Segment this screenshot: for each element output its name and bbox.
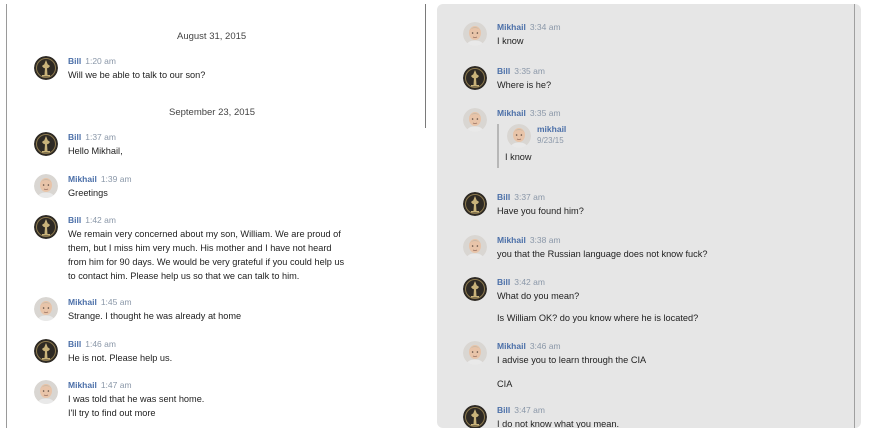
message-text: Is William OK? do you know where he is l…: [497, 313, 699, 323]
message-time: 3:38 am: [529, 235, 561, 245]
sender-name: Bill: [68, 132, 82, 142]
message-text: you that the Russian language does not k…: [497, 249, 708, 259]
sender-name: Mikhail: [497, 235, 526, 245]
mikhail-avatar-icon: [463, 341, 487, 365]
message-text: I do not know what you mean.: [497, 419, 620, 428]
message-text: them, but I miss him very much. His moth…: [68, 243, 332, 253]
message-text: Greetings: [68, 188, 108, 198]
message-text: He is not. Please help us.: [68, 353, 173, 363]
message-text: I'll try to find out more: [68, 408, 156, 418]
message-time: 1:47 am: [100, 380, 132, 390]
date-separator: August 31, 2015: [177, 31, 247, 42]
bill-avatar-icon: [463, 405, 487, 428]
message-time: 3:37 am: [514, 192, 545, 202]
message-time: 3:47 am: [514, 405, 545, 415]
message-time: 1:46 am: [85, 339, 116, 349]
mikhail-avatar-icon: [463, 22, 487, 46]
mikhail-avatar-icon: [463, 235, 487, 259]
message-time: 3:35 am: [529, 108, 561, 118]
message-time: 3:35 am: [514, 66, 545, 76]
message-text: We remain very concerned about my son, W…: [68, 229, 341, 239]
message-time: 3:46 am: [529, 341, 561, 351]
message-text: Where is he?: [497, 80, 552, 90]
scan-edge-line: [425, 4, 426, 128]
mikhail-avatar-icon: [463, 108, 487, 132]
sender-name: Bill: [497, 192, 511, 202]
quoted-text: I know: [505, 152, 532, 162]
message-time: 3:34 am: [529, 22, 561, 32]
left-chat-panel: August 31, 2015 Bill 1:20 am Will we be a…: [6, 4, 411, 428]
sender-name: Bill: [497, 66, 511, 76]
sender-name: Bill: [68, 339, 82, 349]
message-text: from him for 90 days. We would be very g…: [68, 257, 345, 267]
sender-name: Bill: [68, 56, 82, 66]
bill-avatar-icon: [463, 192, 487, 216]
message-text: I was told that he was sent home.: [68, 394, 205, 404]
quoted-message: mikhail 9/23/15 I know: [497, 124, 645, 168]
sender-name: Mikhail: [68, 380, 97, 390]
sender-name: Mikhail: [68, 174, 97, 184]
mikhail-avatar-icon: [34, 297, 58, 321]
message-text: to contact him. Please help us so that w…: [68, 271, 300, 281]
message-time: 1:20 am: [85, 56, 116, 66]
message-time: 1:39 am: [100, 174, 132, 184]
bill-avatar-icon: [463, 66, 487, 90]
message-text: I know: [497, 36, 524, 46]
bill-avatar-icon: [463, 277, 487, 301]
message-text: Will we be able to talk to our son?: [68, 70, 206, 80]
sender-name: Mikhail: [497, 108, 526, 118]
date-separator: September 23, 2015: [169, 107, 256, 118]
sender-name: Mikhail: [68, 297, 97, 307]
quoted-date: 9/23/15: [537, 136, 564, 145]
right-chat-panel: Mikhail 3:34 am I know Bill 3:35 am Where …: [437, 4, 861, 428]
bill-avatar-icon: [34, 339, 58, 363]
mikhail-avatar-icon: [507, 124, 531, 148]
sender-name: Mikhail: [497, 341, 526, 351]
quoted-sender-name: mikhail: [537, 124, 567, 134]
sender-name: Bill: [497, 277, 511, 287]
bill-avatar-icon: [34, 215, 58, 239]
message-text: Strange. I thought he was already at hom…: [68, 311, 242, 321]
mikhail-avatar-icon: [34, 174, 58, 198]
message-text: Hello Mikhail,: [68, 146, 123, 156]
bill-avatar-icon: [34, 132, 58, 156]
sender-name: Bill: [497, 405, 511, 415]
message-text: I advise you to learn through the CIA: [497, 355, 647, 365]
sender-name: Bill: [68, 215, 82, 225]
bill-avatar-icon: [34, 56, 58, 80]
message-time: 1:42 am: [85, 215, 116, 225]
scan-edge-line: [854, 4, 855, 428]
message-text: Have you found him?: [497, 206, 584, 216]
message-time: 1:45 am: [100, 297, 132, 307]
message-time: 1:37 am: [85, 132, 116, 142]
message-text: What do you mean?: [497, 291, 580, 301]
message-text: CIA: [497, 379, 513, 389]
message-time: 3:42 am: [514, 277, 545, 287]
sender-name: Mikhail: [497, 22, 526, 32]
mikhail-avatar-icon: [34, 380, 58, 404]
